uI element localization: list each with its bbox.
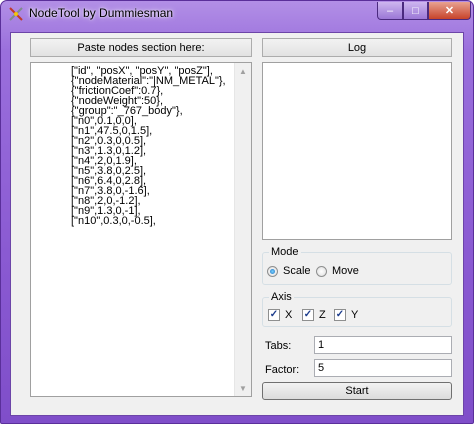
axis-z-checkbox[interactable]: ✓ Z <box>302 309 326 321</box>
scroll-down-icon[interactable]: ▼ <box>235 380 251 396</box>
checkmark-icon: ✓ <box>268 309 280 321</box>
factor-label: Factor: <box>265 364 300 376</box>
axis-y-checkbox[interactable]: ✓ Y <box>334 309 358 321</box>
node-text-line: ["n10",0.3,0,-0.5], <box>71 215 156 227</box>
axis-x-checkbox[interactable]: ✓ X <box>268 309 292 321</box>
axis-z-label: Z <box>319 309 326 321</box>
mode-move-radio[interactable]: Move <box>316 265 359 277</box>
mode-scale-label: Scale <box>283 265 311 277</box>
mode-group-title: Mode <box>269 246 301 258</box>
mode-group: Mode Scale Move <box>262 246 452 285</box>
radio-unselected-icon <box>316 265 327 277</box>
factor-input[interactable]: 5 <box>314 359 452 377</box>
radio-selected-icon <box>267 265 278 277</box>
app-icon <box>9 7 23 21</box>
close-icon: ✕ <box>444 5 455 17</box>
title-bar[interactable]: NodeTool by Dummiesman – □ ✕ <box>1 1 473 27</box>
nodes-scrollbar[interactable]: ▲ ▼ <box>234 63 251 396</box>
axis-group-title: Axis <box>269 291 294 303</box>
mode-scale-radio[interactable]: Scale <box>267 265 311 277</box>
log-textarea[interactable] <box>262 62 452 240</box>
axis-group: Axis ✓ X ✓ Z ✓ Y <box>262 291 452 327</box>
checkmark-icon: ✓ <box>302 309 314 321</box>
axis-y-label: Y <box>351 309 359 321</box>
mode-move-label: Move <box>332 265 359 277</box>
tabs-label: Tabs: <box>265 340 292 352</box>
minimize-button[interactable]: – <box>377 2 403 20</box>
log-header: Log <box>262 38 452 57</box>
app-window: NodeTool by Dummiesman – □ ✕ Paste nodes… <box>0 0 474 424</box>
client-area: Paste nodes section here: ["id", "posX",… <box>10 32 464 416</box>
maximize-icon: □ <box>412 4 419 17</box>
maximize-button[interactable]: □ <box>403 2 428 20</box>
nodes-header: Paste nodes section here: <box>30 38 252 57</box>
window-title: NodeTool by Dummiesman <box>29 6 174 20</box>
nodes-text: ["id", "posX", "posY", "posZ"], {"nodeMat… <box>31 63 234 396</box>
tabs-input[interactable]: 1 <box>314 336 452 354</box>
close-button[interactable]: ✕ <box>428 2 471 20</box>
axis-x-label: X <box>285 309 293 321</box>
scroll-up-icon[interactable]: ▲ <box>235 63 251 79</box>
checkmark-icon: ✓ <box>334 309 346 321</box>
start-button[interactable]: Start <box>262 382 452 400</box>
minimize-icon: – <box>386 4 394 17</box>
nodes-textarea[interactable]: ["id", "posX", "posY", "posZ"], {"nodeMat… <box>30 62 252 397</box>
